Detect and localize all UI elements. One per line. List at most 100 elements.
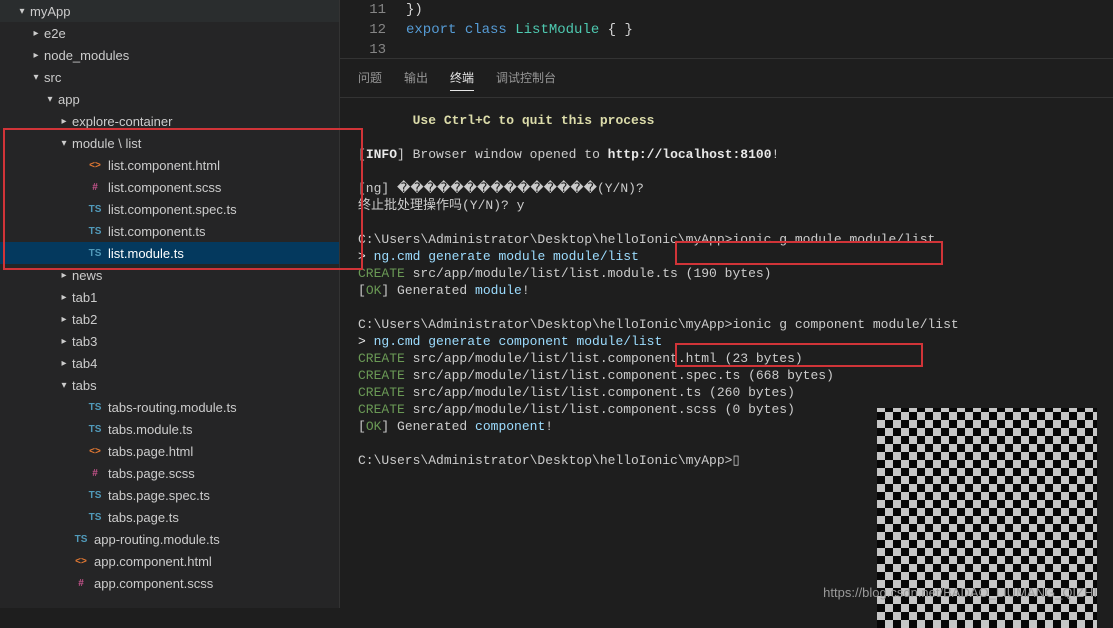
tree-label: tabs (72, 378, 97, 393)
terminal-line: > ng.cmd generate component module/list (358, 333, 1095, 350)
tree-label: app.component.html (94, 554, 212, 569)
tree-label: module \ list (72, 136, 141, 151)
tree-file[interactable]: TS tabs-routing.module.ts (0, 396, 339, 418)
tree-folder[interactable]: ▸tab3 (0, 330, 339, 352)
tree-label: tabs.page.html (108, 444, 193, 459)
tree-label: list.component.ts (108, 224, 206, 239)
tree-file[interactable]: <> tabs.page.html (0, 440, 339, 462)
terminal-line: CREATE src/app/module/list/list.componen… (358, 350, 1095, 367)
editor-line: 11}) (352, 0, 1113, 20)
terminal-line: Use Ctrl+C to quit this process (358, 112, 1095, 129)
terminal-line: 终止批处理操作吗(Y/N)? y (358, 197, 1095, 214)
editor-line: 12export class ListModule { } (352, 20, 1113, 40)
tree-label: tab2 (72, 312, 97, 327)
tree-file[interactable]: # tabs.page.scss (0, 462, 339, 484)
tree-label: tabs.page.scss (108, 466, 195, 481)
file-type-icon: TS (86, 248, 104, 259)
chevron-icon: ▾ (56, 138, 72, 149)
tree-label: src (44, 70, 61, 85)
panel-tabs[interactable]: 问题输出终端调试控制台 (340, 58, 1113, 98)
tree-folder[interactable]: ▸tab4 (0, 352, 339, 374)
terminal-line (358, 299, 1095, 316)
tree-label: news (72, 268, 102, 283)
tree-label: tab1 (72, 290, 97, 305)
tree-label: list.component.html (108, 158, 220, 173)
file-type-icon: TS (86, 204, 104, 215)
chevron-icon: ▸ (56, 314, 72, 325)
file-type-icon: <> (86, 446, 104, 457)
tree-label: tabs-routing.module.ts (108, 400, 237, 415)
tree-folder[interactable]: ▸news (0, 264, 339, 286)
file-type-icon: TS (86, 490, 104, 501)
file-type-icon: # (86, 468, 104, 479)
terminal-line: CREATE src/app/module/list/list.module.t… (358, 265, 1095, 282)
terminal-line: [OK] Generated module! (358, 282, 1095, 299)
terminal-line (358, 163, 1095, 180)
tree-label: app.component.scss (94, 576, 213, 591)
tree-folder[interactable]: ▾app (0, 88, 339, 110)
panel-tab[interactable]: 终端 (450, 65, 474, 91)
terminal[interactable]: Use Ctrl+C to quit this process [INFO] B… (340, 98, 1113, 608)
watermark: https://blog.csdn.net/BADAO_LIUMANG_QIZH… (823, 585, 1097, 600)
tree-label: app (58, 92, 80, 107)
tree-folder[interactable]: ▸explore-container (0, 110, 339, 132)
chevron-icon: ▸ (28, 28, 44, 39)
tree-file[interactable]: TS list.component.ts (0, 220, 339, 242)
tree-file[interactable]: TS tabs.page.spec.ts (0, 484, 339, 506)
file-type-icon: TS (86, 402, 104, 413)
terminal-line: > ng.cmd generate module module/list (358, 248, 1095, 265)
tree-file[interactable]: #list.component.scss (0, 176, 339, 198)
tree-file[interactable]: TStabs.page.ts (0, 506, 339, 528)
tree-file[interactable]: <>app.component.html (0, 550, 339, 572)
chevron-icon: ▸ (28, 50, 44, 61)
file-type-icon: TS (86, 424, 104, 435)
terminal-line: [ng] ���������������(Y/N)? (358, 180, 1095, 197)
file-type-icon: # (72, 578, 90, 589)
chevron-icon: ▸ (56, 116, 72, 127)
file-type-icon: TS (72, 534, 90, 545)
tree-label: myApp (30, 4, 70, 19)
file-explorer[interactable]: ▾myApp▸e2e▸node_modules▾src▾app▸explore-… (0, 0, 340, 608)
tree-file[interactable]: TS list.component.spec.ts (0, 198, 339, 220)
editor-line: 13 (352, 40, 1113, 60)
code-editor[interactable]: 11})12export class ListModule { }13 (340, 0, 1113, 58)
tree-folder[interactable]: ▾tabs (0, 374, 339, 396)
tree-folder[interactable]: ▾myApp (0, 0, 339, 22)
chevron-icon: ▸ (56, 336, 72, 347)
tree-folder[interactable]: ▸e2e (0, 22, 339, 44)
file-type-icon: TS (86, 226, 104, 237)
chevron-icon: ▾ (28, 72, 44, 83)
tree-label: explore-container (72, 114, 172, 129)
tree-file[interactable]: <> list.component.html (0, 154, 339, 176)
chevron-icon: ▾ (56, 380, 72, 391)
tree-label: tabs.page.spec.ts (108, 488, 210, 503)
tree-file[interactable]: # app.component.scss (0, 572, 339, 594)
tree-file[interactable]: TS list.module.ts (0, 242, 339, 264)
tree-folder[interactable]: ▾src (0, 66, 339, 88)
tree-label: app-routing.module.ts (94, 532, 220, 547)
chevron-icon: ▾ (14, 6, 30, 17)
tree-file[interactable]: TS tabs.module.ts (0, 418, 339, 440)
tree-label: tabs.module.ts (108, 422, 193, 437)
tree-label: tab4 (72, 356, 97, 371)
tree-file[interactable]: TS app-routing.module.ts (0, 528, 339, 550)
terminal-line (358, 129, 1095, 146)
terminal-line: CREATE src/app/module/list/list.componen… (358, 367, 1095, 384)
file-type-icon: <> (86, 160, 104, 171)
panel-tab[interactable]: 调试控制台 (496, 65, 556, 91)
tree-label: node_modules (44, 48, 129, 63)
panel-tab[interactable]: 输出 (404, 65, 428, 91)
tree-folder[interactable]: ▾module \ list (0, 132, 339, 154)
terminal-line: [INFO] Browser window opened to http://l… (358, 146, 1095, 163)
tree-label: list.module.ts (108, 246, 184, 261)
tree-label: list.component.spec.ts (108, 202, 237, 217)
tree-folder[interactable]: ▸tab2 (0, 308, 339, 330)
chevron-icon: ▸ (56, 358, 72, 369)
file-type-icon: TS (86, 512, 104, 523)
panel-tab[interactable]: 问题 (358, 65, 382, 91)
chevron-icon: ▾ (42, 94, 58, 105)
tree-folder[interactable]: ▸tab1 (0, 286, 339, 308)
chevron-icon: ▸ (56, 270, 72, 281)
tree-label: e2e (44, 26, 66, 41)
tree-folder[interactable]: ▸node_modules (0, 44, 339, 66)
